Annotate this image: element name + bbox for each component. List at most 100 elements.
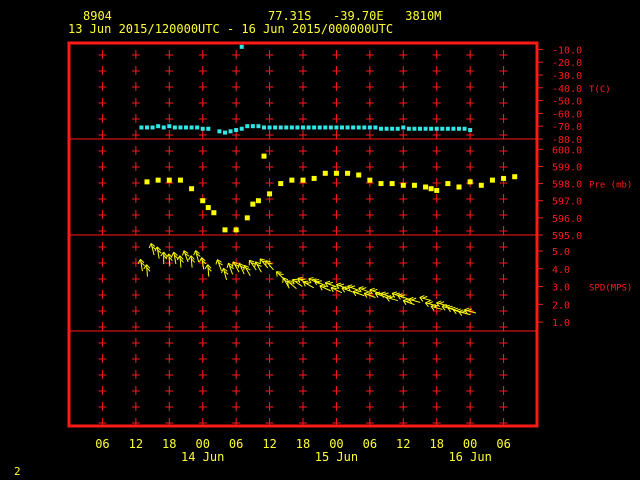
page-number: 2 bbox=[14, 465, 21, 478]
temperature-point bbox=[206, 126, 211, 131]
temperature-point bbox=[306, 125, 311, 130]
pressure-point bbox=[177, 177, 183, 183]
pressure-point bbox=[333, 170, 339, 176]
pressure-point bbox=[244, 215, 250, 221]
temperature-point bbox=[161, 125, 166, 130]
surface-station-chart: -10.0-20.0-30.0-40.0-50.0-60.0-70.0-80.0… bbox=[0, 0, 640, 480]
temperature-point bbox=[301, 125, 305, 130]
panel-label: SPD(MPS) bbox=[589, 284, 632, 294]
pressure-point bbox=[189, 186, 195, 192]
pressure-point bbox=[367, 177, 373, 183]
pressure-point bbox=[423, 184, 429, 190]
pressure-point bbox=[501, 175, 507, 181]
temperature-point bbox=[379, 126, 383, 131]
x-tick-label: 18 bbox=[296, 437, 310, 451]
temperature-point bbox=[328, 125, 333, 130]
y-tick-label: -50.0 bbox=[552, 97, 582, 108]
temperature-point bbox=[295, 125, 300, 130]
temperature-point bbox=[150, 125, 155, 130]
x-tick-label: 12 bbox=[262, 437, 276, 451]
x-tick-label: 12 bbox=[396, 437, 410, 451]
pressure-point bbox=[166, 177, 172, 183]
temperature-point bbox=[429, 126, 434, 131]
temperature-point bbox=[195, 125, 200, 130]
temperature-point bbox=[284, 125, 289, 130]
pressure-point bbox=[289, 177, 295, 183]
x-tick-label: 12 bbox=[129, 437, 143, 451]
pressure-point bbox=[428, 186, 434, 192]
chart-background bbox=[0, 0, 640, 480]
pressure-point bbox=[434, 187, 440, 193]
temperature-point bbox=[445, 126, 450, 131]
temperature-point bbox=[167, 124, 172, 129]
x-tick-label: 00 bbox=[329, 437, 343, 451]
temperature-point bbox=[356, 125, 361, 130]
temperature-point bbox=[217, 129, 222, 134]
pressure-point bbox=[345, 170, 351, 176]
temperature-point bbox=[189, 125, 194, 130]
temperature-point bbox=[178, 125, 183, 130]
pressure-point bbox=[144, 179, 150, 185]
temperature-point bbox=[418, 126, 422, 131]
x-tick-label: 00 bbox=[463, 437, 477, 451]
pressure-point bbox=[400, 182, 406, 188]
temperature-point bbox=[323, 125, 328, 130]
temperature-point bbox=[228, 129, 233, 134]
temperature-point bbox=[406, 126, 411, 131]
y-tick-label: 600.0 bbox=[552, 145, 582, 156]
temperature-point bbox=[390, 126, 395, 131]
y-tick-label: -60.0 bbox=[552, 109, 582, 120]
pressure-point bbox=[300, 177, 306, 183]
temperature-point bbox=[200, 126, 205, 131]
temperature-point bbox=[468, 128, 473, 133]
x-date-label: 16 Jun bbox=[448, 450, 491, 464]
temperature-point bbox=[145, 125, 149, 130]
pressure-point bbox=[222, 227, 228, 233]
temperature-point bbox=[434, 126, 439, 131]
y-tick-label: 3.0 bbox=[552, 283, 570, 294]
temperature-point bbox=[334, 125, 339, 130]
temperature-point bbox=[223, 130, 227, 135]
temperature-point bbox=[184, 125, 188, 130]
temperature-point bbox=[423, 126, 428, 131]
temperature-point bbox=[401, 125, 406, 130]
temperature-point bbox=[234, 128, 239, 133]
pressure-point bbox=[411, 182, 417, 188]
temperature-point bbox=[156, 124, 161, 129]
y-tick-label: -10.0 bbox=[552, 45, 582, 56]
station-location: 77.31S -39.70E 3810M bbox=[268, 9, 442, 23]
x-tick-label: 00 bbox=[195, 437, 209, 451]
y-tick-label: 4.0 bbox=[552, 265, 570, 276]
temperature-point bbox=[440, 126, 445, 131]
pressure-point bbox=[489, 177, 495, 183]
temperature-point bbox=[317, 125, 322, 130]
y-tick-label: 596.0 bbox=[552, 214, 582, 225]
pressure-point bbox=[378, 181, 384, 187]
pressure-point bbox=[205, 205, 211, 211]
x-tick-label: 06 bbox=[229, 437, 243, 451]
pressure-point bbox=[261, 153, 267, 159]
temperature-point bbox=[239, 126, 244, 131]
temperature-point bbox=[278, 125, 283, 130]
pressure-point bbox=[233, 227, 239, 233]
x-date-label: 14 Jun bbox=[181, 450, 224, 464]
y-tick-label: 595.0 bbox=[552, 231, 582, 242]
pressure-point bbox=[467, 179, 473, 185]
pressure-point bbox=[445, 181, 451, 187]
y-tick-label: 599.0 bbox=[552, 162, 582, 173]
x-date-label: 15 Jun bbox=[315, 450, 358, 464]
y-tick-label: -20.0 bbox=[552, 58, 582, 69]
temperature-point bbox=[172, 125, 177, 130]
x-tick-label: 06 bbox=[363, 437, 377, 451]
pressure-point bbox=[267, 191, 273, 197]
temperature-point bbox=[340, 125, 344, 130]
temperature-point bbox=[373, 125, 378, 130]
pressure-point bbox=[512, 174, 518, 180]
x-tick-label: 06 bbox=[95, 437, 109, 451]
temperature-point bbox=[312, 125, 317, 130]
y-tick-label: 598.0 bbox=[552, 180, 582, 191]
temperature-point bbox=[345, 125, 350, 130]
temperature-point bbox=[384, 126, 389, 131]
temperature-point bbox=[412, 126, 417, 131]
temperature-point bbox=[239, 44, 244, 49]
